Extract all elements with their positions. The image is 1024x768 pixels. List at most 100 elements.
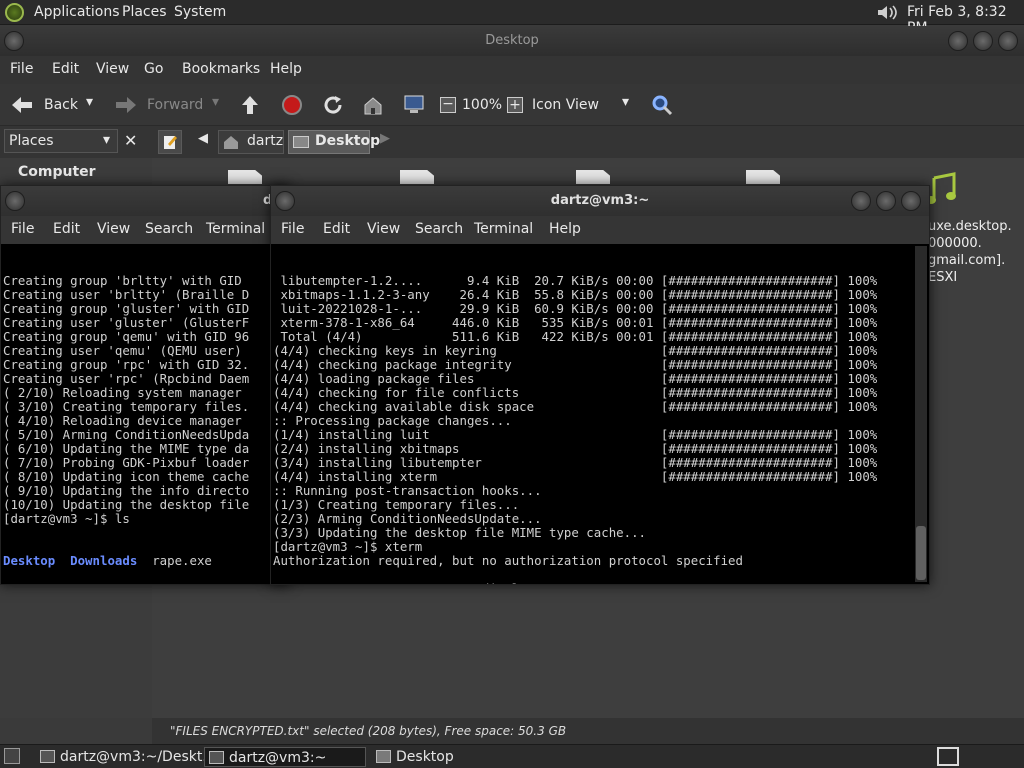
terminal-front-output[interactable]: libutempter-1.2.... 9.4 KiB 20.7 KiB/s 0… <box>273 246 911 585</box>
menu-applications[interactable]: Applications <box>34 4 120 20</box>
terminal-scrollbar[interactable] <box>915 246 927 582</box>
distro-logo-icon[interactable] <box>5 3 24 22</box>
terminal-window-back[interactable]: d File Edit View Search Terminal Creatin… <box>0 185 290 585</box>
menu-file[interactable]: File <box>281 221 304 237</box>
forward-dropdown-icon[interactable]: ▾ <box>212 94 219 110</box>
view-mode-select[interactable]: Icon View <box>532 97 599 113</box>
folder-icon <box>376 750 391 763</box>
search-icon[interactable] <box>651 94 673 116</box>
terminal-back-titlebar[interactable]: d <box>1 186 289 216</box>
menu-terminal[interactable]: Terminal <box>474 221 533 237</box>
terminal-line: xterm-378-1-x86_64 446.0 KiB 535 KiB/s 0… <box>273 315 878 330</box>
zoom-in-icon[interactable]: + <box>507 97 523 113</box>
path-right-arrow-icon[interactable]: ▶ <box>380 131 390 146</box>
terminal-front-titlebar[interactable]: dartz@vm3:~ <box>271 186 929 216</box>
menu-bookmarks[interactable]: Bookmarks <box>182 61 260 77</box>
computer-icon[interactable] <box>402 93 426 117</box>
minimize-button[interactable] <box>948 31 968 51</box>
desktop-file-label-line: 000000. <box>928 236 982 251</box>
menu-system[interactable]: System <box>174 4 226 20</box>
terminal-window-front[interactable]: dartz@vm3:~ File Edit View Search Termin… <box>270 185 930 585</box>
workspace-switcher-icon[interactable] <box>937 747 959 766</box>
menu-search[interactable]: Search <box>415 221 463 237</box>
menu-view[interactable]: View <box>97 221 130 237</box>
menu-file[interactable]: File <box>10 61 33 77</box>
file-icon[interactable] <box>576 170 610 184</box>
forward-arrow-icon[interactable] <box>114 95 138 115</box>
terminal-scrollbar-thumb[interactable] <box>916 526 926 580</box>
terminal-line: (10/10) Updating the desktop file <box>3 497 250 512</box>
maximize-button[interactable] <box>973 31 993 51</box>
forward-button[interactable]: Forward <box>147 97 203 113</box>
sidebar-selector[interactable]: Places ▾ <box>4 129 118 153</box>
home-icon[interactable] <box>362 94 384 116</box>
path-button-desktop[interactable]: Desktop <box>288 130 380 154</box>
sidebar-selector-label: Places <box>9 133 54 149</box>
back-arrow-icon[interactable] <box>10 95 34 115</box>
terminal-line: Creating group 'qemu' with GID 96 <box>3 329 250 344</box>
path-left-arrow-icon[interactable]: ◀ <box>198 131 208 146</box>
file-icon[interactable] <box>746 170 780 184</box>
terminal-back-menubar: File Edit View Search Terminal <box>1 216 289 244</box>
menu-terminal[interactable]: Terminal <box>206 221 265 237</box>
minimize-button[interactable] <box>851 191 871 211</box>
terminal-line: Creating group 'rpc' with GID 32. <box>3 357 250 372</box>
reload-icon[interactable] <box>322 94 344 116</box>
menu-view[interactable]: View <box>367 221 400 237</box>
edit-location-button[interactable] <box>158 130 182 154</box>
menu-edit[interactable]: Edit <box>53 221 80 237</box>
terminal-line: Creating user 'qemu' (QEMU user) <box>3 343 250 358</box>
show-desktop-icon[interactable] <box>4 748 20 764</box>
terminal-line: (2/4) installing xbitmaps [#############… <box>273 441 878 456</box>
volume-icon[interactable] <box>876 3 898 22</box>
terminal-line: (1/3) Creating temporary files... <box>273 497 520 512</box>
file-manager-menubar: File Edit View Go Bookmarks Help <box>0 56 1024 84</box>
terminal-line: (4/4) checking available disk space [###… <box>273 399 878 414</box>
terminal-line: (4/4) installing xterm [################… <box>273 469 878 484</box>
menu-edit[interactable]: Edit <box>323 221 350 237</box>
desktop-file-label[interactable]: uxe.desktop. 000000. gmail.com]. ESXI <box>928 218 1012 286</box>
menu-view[interactable]: View <box>96 61 129 77</box>
top-panel: Applications Places System Fri Feb 3, 8:… <box>0 0 1024 36</box>
up-arrow-icon[interactable] <box>240 94 260 116</box>
taskbar-item-terminal-home[interactable]: dartz@vm3:~ <box>204 747 366 767</box>
home-folder-icon <box>224 136 238 149</box>
window-menu-icon[interactable] <box>4 31 24 51</box>
stop-icon[interactable] <box>282 95 302 115</box>
menu-places[interactable]: Places <box>122 4 167 20</box>
desktop-file-label-line: uxe.desktop. <box>928 219 1012 234</box>
ls-file-rape-exe: rape.exe <box>152 553 212 568</box>
file-manager-titlebar[interactable]: Desktop <box>0 26 1024 56</box>
taskbar-item-terminal-desktop[interactable]: dartz@vm3:~/Deskt... <box>36 747 216 767</box>
view-mode-dropdown-icon[interactable]: ▾ <box>622 94 629 110</box>
terminal-line: :: Processing package changes... <box>273 413 512 428</box>
terminal-line: Creating user 'gluster' (GlusterF <box>3 315 250 330</box>
window-menu-icon[interactable] <box>5 191 25 211</box>
ls-dir-downloads: Downloads <box>70 553 138 568</box>
window-menu-icon[interactable] <box>275 191 295 211</box>
location-bar: Places ▾ ✕ ◀ dartz Desktop ▶ <box>0 126 1024 158</box>
file-icon[interactable] <box>228 170 262 184</box>
menu-search[interactable]: Search <box>145 221 193 237</box>
zoom-out-icon[interactable]: − <box>440 97 456 113</box>
maximize-button[interactable] <box>876 191 896 211</box>
menu-help[interactable]: Help <box>549 221 581 237</box>
menu-file[interactable]: File <box>11 221 34 237</box>
back-button[interactable]: Back <box>44 97 78 113</box>
back-dropdown-icon[interactable]: ▾ <box>86 94 93 110</box>
terminal-icon <box>209 751 224 764</box>
menu-help[interactable]: Help <box>270 61 302 77</box>
taskbar-item-file-manager[interactable]: Desktop <box>372 747 532 767</box>
close-sidebar-icon[interactable]: ✕ <box>124 131 137 150</box>
terminal-icon <box>40 750 55 763</box>
menu-edit[interactable]: Edit <box>52 61 79 77</box>
terminal-back-output[interactable]: Creating group 'brltty' with GID Creating… <box>3 246 271 586</box>
file-icon[interactable] <box>400 170 434 184</box>
menu-go[interactable]: Go <box>144 61 163 77</box>
terminal-line: xbitmaps-1.1.2-3-any 26.4 KiB 55.8 KiB/s… <box>273 287 878 302</box>
close-button[interactable] <box>901 191 921 211</box>
close-button[interactable] <box>998 31 1018 51</box>
terminal-front-menubar: File Edit View Search Terminal Help <box>271 216 929 244</box>
desktop-file-label-line: ESXI <box>928 270 958 285</box>
path-button-dartz[interactable]: dartz <box>218 130 284 154</box>
